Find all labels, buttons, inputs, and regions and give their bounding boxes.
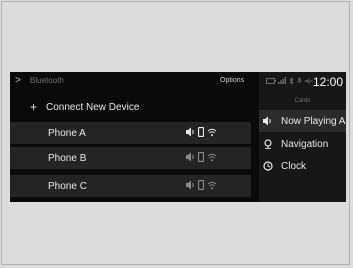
chevron-right-icon[interactable]: > [15, 75, 21, 87]
figure-frame: > Bluetooth Options + Connect New Device… [1, 1, 350, 265]
phone-icon [198, 180, 204, 190]
bluetooth-icon [289, 77, 294, 85]
card-navigation[interactable]: Navigation [259, 133, 346, 155]
microphone-icon [297, 77, 302, 83]
wifi-icon [207, 153, 217, 162]
plus-icon: + [30, 100, 38, 114]
device-name: Phone B [48, 153, 87, 164]
speaker-icon [186, 127, 194, 137]
device-row-phone-c[interactable]: Phone C [10, 175, 251, 197]
device-status-icons [186, 180, 220, 192]
speaker-icon [186, 152, 194, 162]
speaker-icon [186, 180, 194, 190]
bluetooth-header: > Bluetooth Options [10, 72, 251, 90]
bluetooth-panel: > Bluetooth Options + Connect New Device… [10, 72, 251, 202]
card-now-playing-audio[interactable]: Now Playing Audio [259, 110, 346, 132]
wifi-icon [207, 128, 217, 137]
clock-icon [263, 161, 273, 171]
card-clock[interactable]: Clock [259, 155, 346, 177]
device-row-phone-b[interactable]: Phone B [10, 147, 251, 169]
device-name: Phone C [48, 181, 87, 192]
phone-icon [198, 127, 204, 137]
options-button[interactable]: Options [220, 76, 244, 86]
mute-icon [305, 78, 313, 84]
device-status-icons [186, 127, 220, 139]
cards-panel: 12:00 Cards Now Playing Audio Navigation… [259, 72, 346, 202]
signal-icon [278, 77, 286, 84]
phone-icon [198, 152, 204, 162]
page-title: Bluetooth [30, 76, 64, 85]
card-label: Navigation [281, 139, 329, 150]
wifi-icon [207, 181, 217, 190]
connect-new-device-label: Connect New Device [46, 102, 140, 113]
device-name: Phone A [48, 128, 86, 139]
battery-icon [266, 78, 276, 84]
speaker-icon [263, 116, 271, 126]
infotainment-screen: > Bluetooth Options + Connect New Device… [10, 72, 346, 202]
card-label: Now Playing Audio [281, 116, 346, 127]
clock-time: 12:00 [312, 75, 343, 89]
connect-new-device-button[interactable]: + Connect New Device [10, 96, 251, 118]
status-bar: 12:00 [259, 72, 346, 90]
card-label: Clock [281, 161, 307, 172]
cards-heading: Cards [294, 98, 311, 104]
device-row-phone-a[interactable]: Phone A [10, 122, 251, 144]
device-status-icons [186, 152, 220, 164]
navigation-pin-icon [264, 139, 272, 149]
